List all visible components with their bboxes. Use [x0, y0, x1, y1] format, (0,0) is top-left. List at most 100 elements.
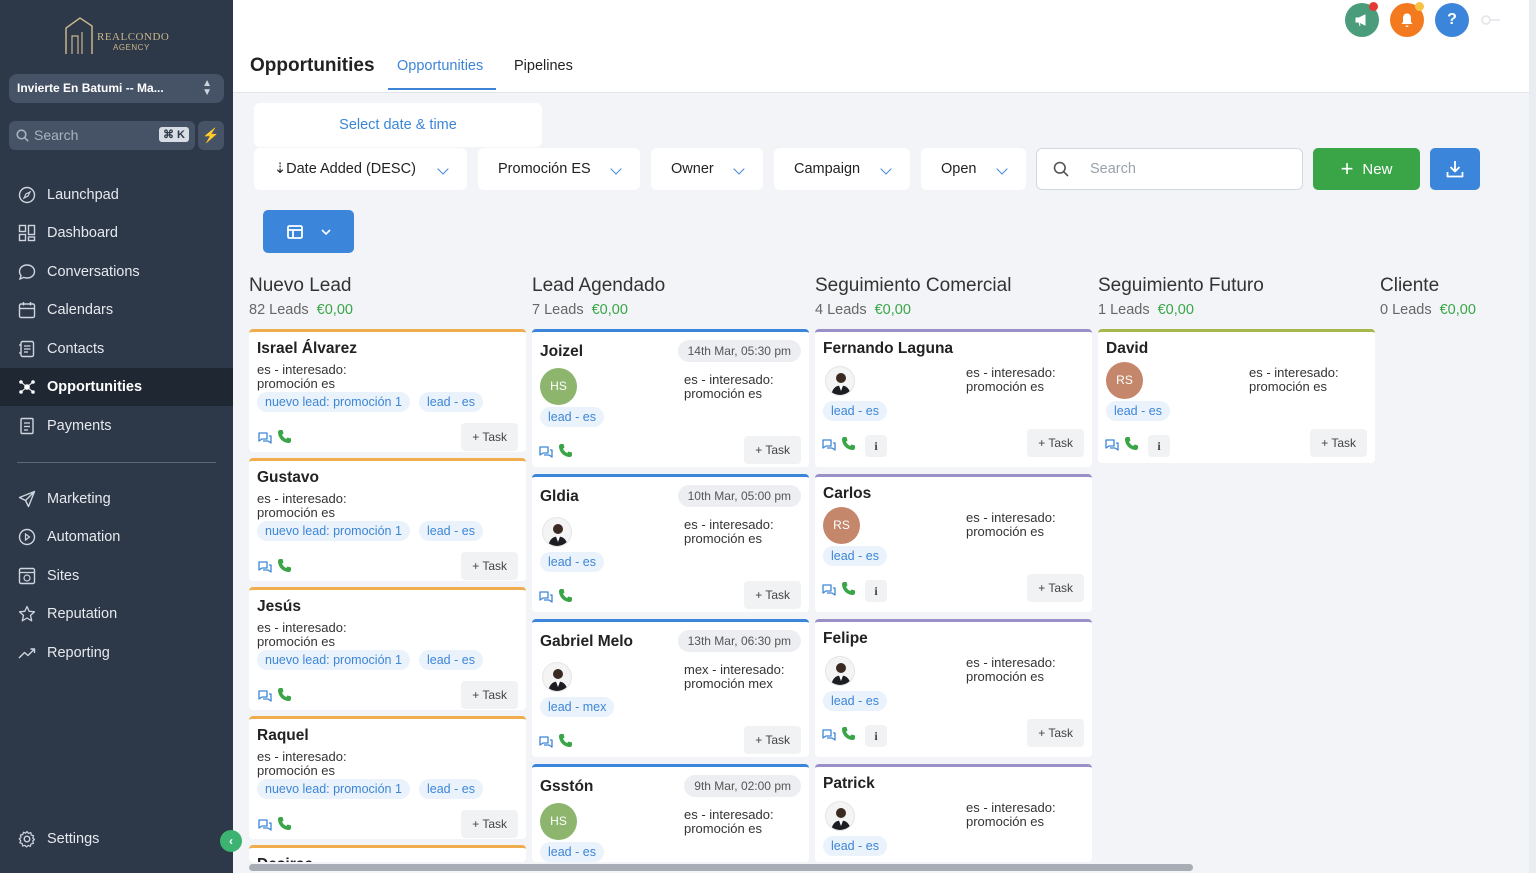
info-icon[interactable]: i: [865, 725, 887, 747]
contact-name[interactable]: Joizel: [540, 343, 583, 361]
phone-icon[interactable]: [277, 687, 292, 707]
tag-badge[interactable]: nuevo lead: promoción 1: [257, 392, 410, 412]
contact-avatar[interactable]: RS: [823, 507, 860, 544]
tag-badge[interactable]: lead - es: [419, 650, 483, 670]
horizontal-scrollbar[interactable]: [249, 864, 1193, 871]
campaign-dropdown[interactable]: Campaign: [774, 148, 910, 190]
chat-icon[interactable]: [821, 438, 837, 457]
phone-icon[interactable]: [841, 581, 856, 601]
date-time-selector[interactable]: Select date & time: [254, 103, 542, 147]
sidebar-item-dashboard[interactable]: Dashboard: [0, 214, 233, 252]
contact-name[interactable]: Gustavo: [257, 469, 319, 487]
contact-name[interactable]: Gldia: [540, 488, 579, 506]
search-input[interactable]: Search: [1036, 148, 1303, 190]
sidebar-item-sites[interactable]: Sites: [0, 557, 233, 595]
chat-icon[interactable]: [1104, 438, 1120, 457]
download-button[interactable]: [1430, 148, 1480, 190]
opportunity-card[interactable]: Felipe es - interesado: promoción es lead -…: [815, 619, 1092, 757]
quick-action-bolt-icon[interactable]: ⚡: [198, 121, 224, 150]
opportunity-card[interactable]: Gabriel Melo 13th Mar, 06:30 pm mex - inte…: [532, 619, 809, 757]
add-task-button[interactable]: + Task: [1310, 429, 1367, 457]
contact-name[interactable]: Raquel: [257, 727, 309, 745]
chat-icon[interactable]: [538, 590, 554, 609]
contact-name[interactable]: Patrick: [823, 775, 875, 793]
owner-dropdown[interactable]: Owner: [651, 148, 763, 190]
opportunity-card[interactable]: Carlos RS es - interesado: promoción es lead…: [815, 474, 1092, 612]
add-task-button[interactable]: + Task: [1027, 429, 1084, 457]
opportunity-card[interactable]: Gldia 10th Mar, 05:00 pm es - interesado: p…: [532, 474, 809, 612]
help-icon[interactable]: ?: [1435, 3, 1469, 37]
opportunity-card[interactable]: Fernando Laguna es - interesado: promoción…: [815, 329, 1092, 467]
add-task-button[interactable]: + Task: [744, 581, 801, 609]
chat-icon[interactable]: [257, 818, 273, 837]
phone-icon[interactable]: [277, 429, 292, 449]
info-icon[interactable]: i: [865, 580, 887, 602]
chat-icon[interactable]: [538, 445, 554, 464]
bell-icon[interactable]: [1390, 2, 1424, 37]
sort-date-added-dropdown[interactable]: ⇣Date Added (DESC): [254, 148, 467, 190]
tab-opportunities[interactable]: Opportunities: [397, 58, 483, 74]
tag-badge[interactable]: lead - es: [823, 401, 887, 421]
tag-badge[interactable]: lead - es: [540, 842, 604, 862]
contact-name[interactable]: Israel Álvarez: [257, 340, 357, 358]
contact-name[interactable]: Gabriel Melo: [540, 633, 633, 651]
sidebar-item-marketing[interactable]: Marketing: [0, 480, 233, 518]
tag-badge[interactable]: lead - es: [1106, 401, 1170, 421]
collapse-sidebar-icon[interactable]: ‹: [220, 830, 242, 852]
add-task-button[interactable]: + Task: [1027, 574, 1084, 602]
tag-badge[interactable]: lead - es: [823, 546, 887, 566]
vertical-scrollbar[interactable]: [1529, 0, 1536, 873]
phone-icon[interactable]: [558, 588, 573, 608]
add-task-button[interactable]: + Task: [461, 681, 518, 709]
opportunity-card[interactable]: David RS es - interesado: promoción es lead …: [1098, 329, 1375, 463]
tag-badge[interactable]: lead - es: [540, 552, 604, 572]
sidebar-search[interactable]: Search ⌘ K: [9, 121, 195, 150]
contact-name[interactable]: Felipe: [823, 630, 868, 648]
sidebar-item-contacts[interactable]: Contacts: [0, 330, 233, 368]
phone-icon[interactable]: [841, 436, 856, 456]
chat-icon[interactable]: [538, 735, 554, 754]
tag-badge[interactable]: nuevo lead: promoción 1: [257, 779, 410, 799]
opportunity-card[interactable]: Joizel 14th Mar, 05:30 pm HS es - interesad…: [532, 329, 809, 467]
sidebar-item-launchpad[interactable]: Launchpad: [0, 176, 233, 214]
phone-icon[interactable]: [558, 443, 573, 463]
add-task-button[interactable]: + Task: [744, 726, 801, 754]
opportunity-card[interactable]: Gustavo es - interesado: promoción es nuevo…: [249, 458, 526, 581]
opportunity-card[interactable]: Gsstón 9th Mar, 02:00 pm HS es - interesado…: [532, 764, 809, 862]
tag-badge[interactable]: lead - es: [823, 836, 887, 856]
sidebar-item-settings[interactable]: Settings: [0, 820, 233, 858]
add-task-button[interactable]: + Task: [1027, 719, 1084, 747]
opportunity-card[interactable]: Desiree: [249, 845, 526, 862]
chat-icon[interactable]: [257, 689, 273, 708]
opportunity-card[interactable]: Patrick es - interesado: promoción es lead …: [815, 764, 1092, 862]
tag-badge[interactable]: lead - mex: [540, 697, 615, 717]
tag-badge[interactable]: lead - es: [419, 392, 483, 412]
sidebar-item-payments[interactable]: Payments: [0, 407, 233, 445]
add-task-button[interactable]: + Task: [461, 423, 518, 451]
chat-icon[interactable]: [821, 728, 837, 747]
contact-name[interactable]: Desiree: [257, 856, 313, 862]
contact-name[interactable]: Gsstón: [540, 778, 593, 796]
add-task-button[interactable]: + Task: [461, 552, 518, 580]
add-task-button[interactable]: + Task: [461, 810, 518, 838]
phone-icon[interactable]: [1124, 436, 1139, 456]
tag-badge[interactable]: lead - es: [419, 779, 483, 799]
sidebar-item-calendars[interactable]: Calendars: [0, 291, 233, 329]
tag-badge[interactable]: lead - es: [540, 407, 604, 427]
info-icon[interactable]: i: [865, 435, 887, 457]
sidebar-item-automation[interactable]: Automation: [0, 518, 233, 556]
sidebar-item-conversations[interactable]: Conversations: [0, 253, 233, 291]
tab-pipelines[interactable]: Pipelines: [514, 58, 573, 74]
phone-icon[interactable]: [558, 733, 573, 753]
new-opportunity-button[interactable]: + New: [1313, 148, 1420, 190]
view-toggle-button[interactable]: [263, 210, 354, 253]
contact-avatar[interactable]: HS: [540, 803, 577, 840]
tag-badge[interactable]: lead - es: [823, 691, 887, 711]
phone-icon[interactable]: [277, 558, 292, 578]
chat-icon[interactable]: [821, 583, 837, 602]
contact-name[interactable]: Carlos: [823, 485, 871, 503]
opportunity-card[interactable]: Israel Álvarez es - interesado: promoción …: [249, 329, 526, 452]
contact-avatar[interactable]: RS: [1106, 362, 1143, 399]
sidebar-item-reporting[interactable]: Reporting: [0, 634, 233, 672]
chat-icon[interactable]: [257, 431, 273, 450]
